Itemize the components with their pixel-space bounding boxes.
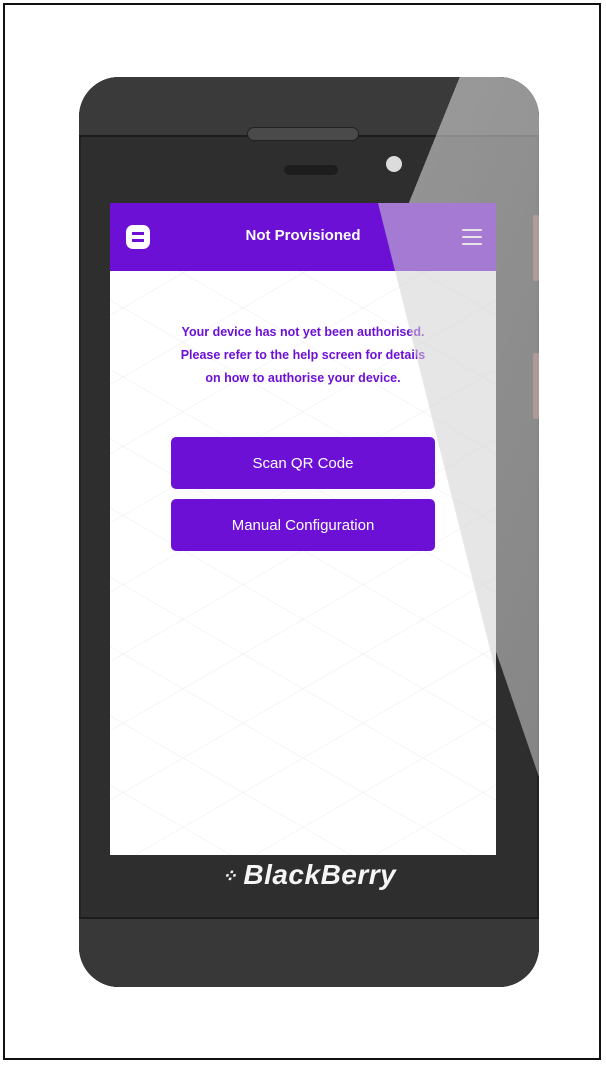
image-frame: ⁘ BlackBerry Not Provisioned Your device … — [3, 3, 601, 1060]
message-line-2: Please refer to the help screen for deta… — [180, 348, 426, 362]
speaker-grill — [247, 127, 359, 141]
blackberry-logo-icon: ⁘ — [221, 866, 238, 887]
app-screen: Not Provisioned Your device has not yet … — [110, 203, 496, 855]
brand-logo: ⁘ BlackBerry — [79, 859, 539, 891]
brand-name: BlackBerry — [243, 859, 397, 890]
hamburger-menu-icon[interactable] — [462, 229, 482, 245]
app-header: Not Provisioned — [110, 203, 496, 271]
message-line-3: on how to authorise your device. — [205, 371, 401, 385]
volume-up-button[interactable] — [533, 215, 539, 281]
message-line-1: Your device has not yet been authorised. — [181, 325, 425, 339]
bottom-bezel — [79, 917, 539, 987]
earpiece — [284, 165, 338, 175]
volume-down-button[interactable] — [533, 353, 539, 419]
header-title: Not Provisioned — [245, 227, 361, 244]
status-message: Your device has not yet been authorised.… — [130, 321, 476, 390]
scan-qr-code-button[interactable]: Scan QR Code — [171, 437, 435, 489]
front-camera — [386, 156, 402, 172]
manual-configuration-button[interactable]: Manual Configuration — [171, 499, 435, 551]
